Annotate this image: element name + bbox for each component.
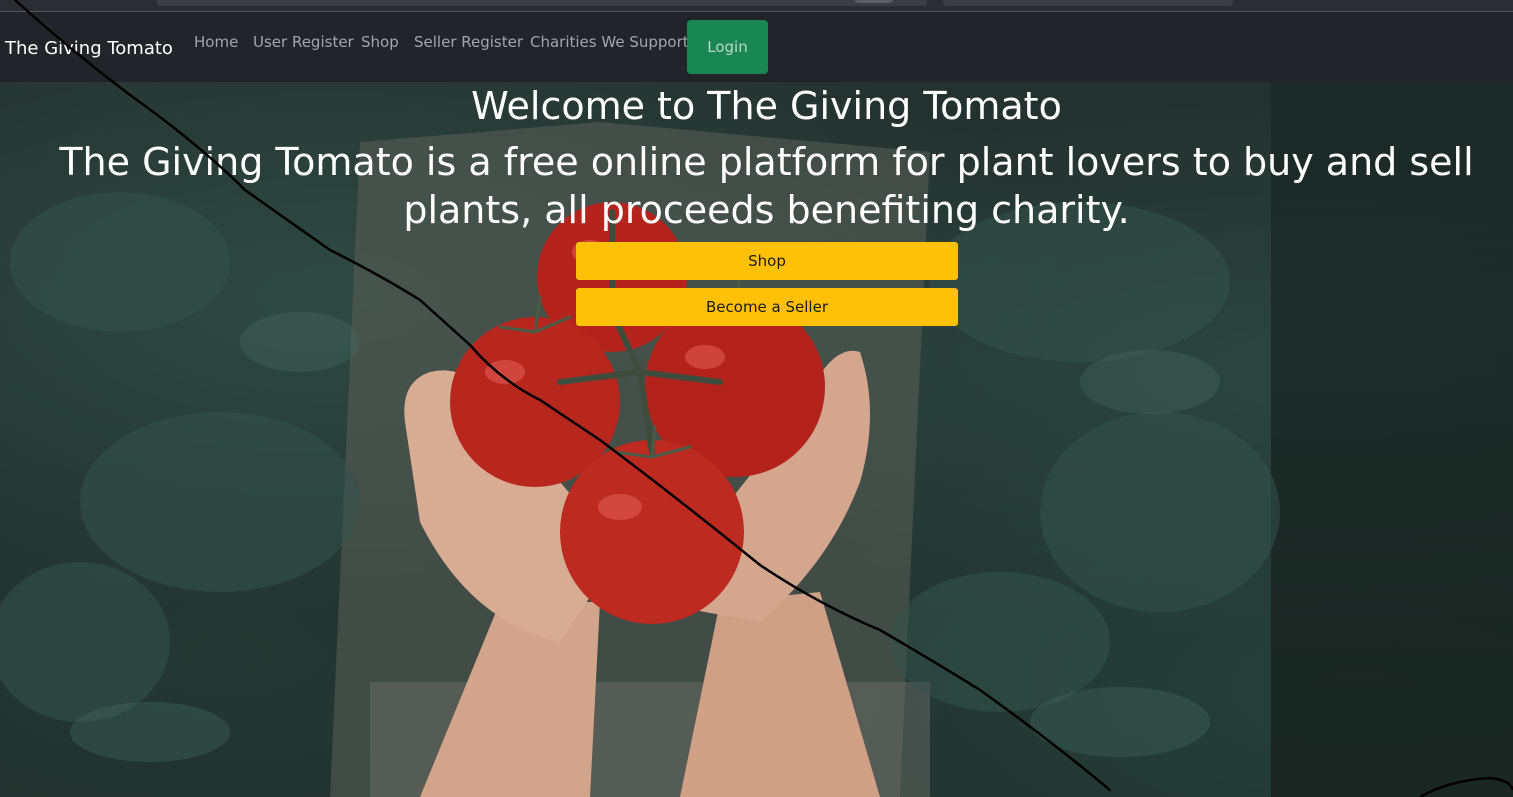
become-seller-button[interactable]: Become a Seller — [576, 288, 958, 326]
shop-button[interactable]: Shop — [576, 242, 958, 280]
nav-link-home[interactable]: Home — [194, 33, 238, 51]
nav-link-seller-register[interactable]: Seller Register — [414, 33, 523, 51]
navbar: The Giving Tomato Home User Register Sho… — [0, 12, 1513, 82]
hero-description: The Giving Tomato is a free online platf… — [59, 140, 1474, 232]
hero-section: Welcome to The Giving Tomato The Giving … — [0, 82, 1513, 797]
hero-title: Welcome to The Giving Tomato — [471, 84, 1062, 128]
browser-address-bar[interactable] — [157, 0, 927, 6]
nav-link-shop[interactable]: Shop — [361, 33, 399, 51]
navbar-brand[interactable]: The Giving Tomato — [5, 38, 173, 59]
nav-link-user-register[interactable]: User Register — [253, 33, 354, 51]
browser-chrome-strip — [0, 0, 1513, 12]
browser-address-indicator — [855, 0, 893, 3]
login-button[interactable]: Login — [687, 20, 768, 74]
nav-link-charities[interactable]: Charities We Support — [530, 33, 689, 51]
browser-search-bar[interactable] — [943, 0, 1233, 6]
